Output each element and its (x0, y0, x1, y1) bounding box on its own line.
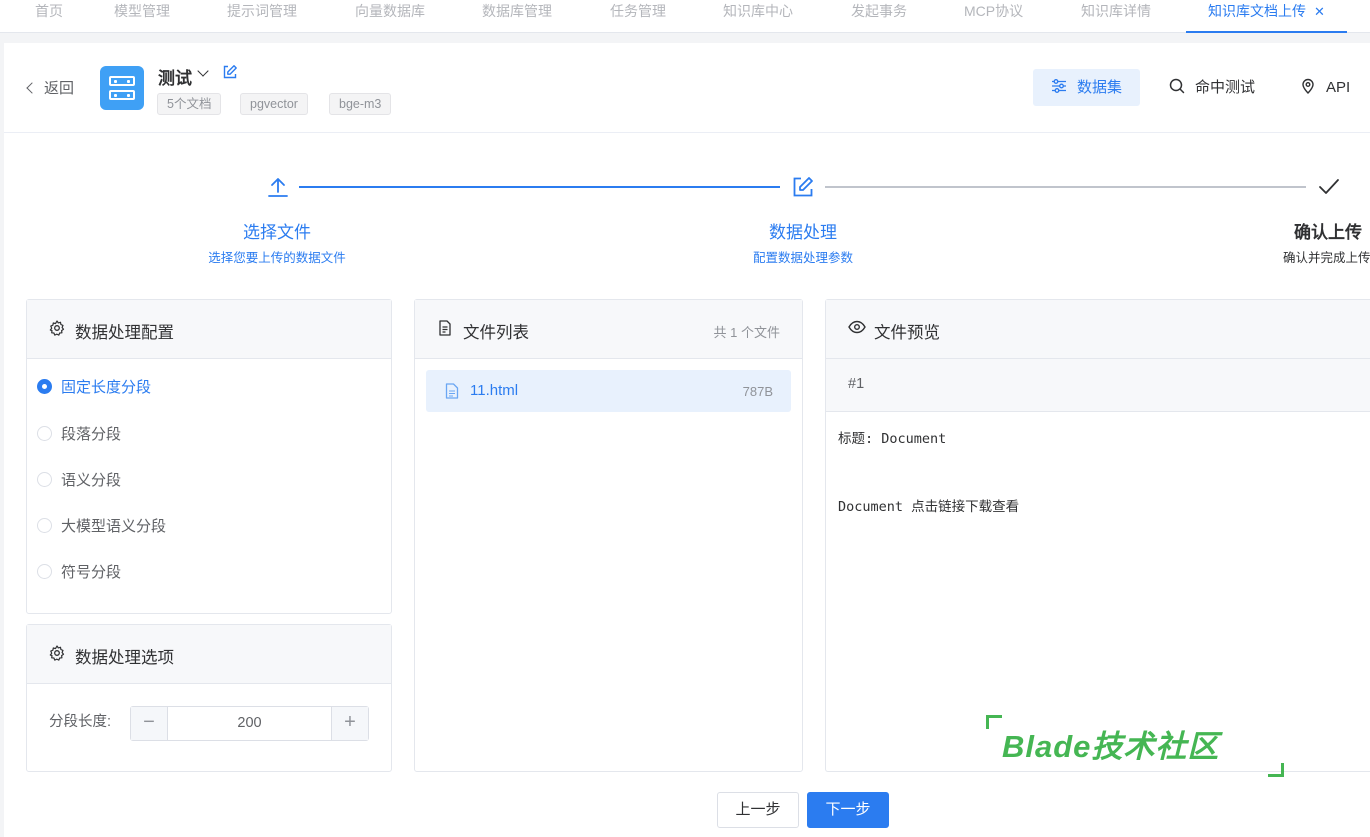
panel-title: 数据处理配置 (75, 324, 174, 342)
panel-header: 文件列表 共 1 个文件 (415, 300, 802, 359)
tab-label: 知识库文档上传 (1208, 3, 1306, 19)
back-label: 返回 (44, 80, 75, 97)
doc-count-tag: 5个文档 (157, 93, 222, 115)
panel-title: 数据处理选项 (75, 649, 174, 667)
step-2-desc: 配置数据处理参数 (752, 251, 853, 265)
next-step-button[interactable]: 下一步 (807, 792, 889, 828)
radio-label: 语义分段 (61, 472, 122, 489)
tab-knowledge-detail[interactable]: 知识库详情 (1081, 0, 1151, 33)
step-1-desc: 选择您要上传的数据文件 (208, 251, 346, 265)
tab-home[interactable]: 首页 (35, 0, 63, 33)
radio-label: 符号分段 (61, 564, 122, 581)
file-icon (445, 383, 459, 399)
radio-dot (37, 563, 52, 579)
radio-label: 大模型语义分段 (61, 518, 167, 535)
step-1-title: 选择文件 (243, 223, 311, 242)
preview-text-line: 标题: Document (838, 431, 947, 447)
chunk-index: #1 (848, 376, 865, 392)
radio-dot (37, 425, 52, 441)
radio-semantic[interactable]: 语义分段 (37, 471, 121, 491)
edit-icon (793, 177, 813, 197)
panel-header: 数据处理配置 (27, 300, 391, 359)
chevron-left-icon (26, 82, 38, 94)
page-header: 返回 测试 5个文档 pgvector bge-m3 数据集 命中测试 API (4, 43, 1370, 133)
close-icon[interactable]: ✕ (1314, 4, 1325, 19)
location-pin-icon (1302, 78, 1314, 95)
document-icon (439, 320, 451, 336)
kb-name[interactable]: 测试 (158, 64, 192, 89)
list-item[interactable]: 11.html 787B (426, 370, 791, 412)
panel-header: 数据处理选项 (27, 625, 391, 684)
search-icon (1169, 78, 1185, 94)
file-preview-panel: 文件预览 #1 标题: Document Document 点击链接下载查看 (825, 299, 1370, 772)
step-3-title: 确认上传 (1294, 223, 1362, 242)
step-connector-1 (299, 186, 780, 188)
eye-icon (848, 320, 866, 334)
check-icon (1319, 179, 1339, 194)
radio-dot (37, 471, 52, 487)
step-connector-2 (825, 186, 1306, 188)
radio-label: 段落分段 (61, 426, 122, 443)
radio-dot (37, 517, 52, 533)
tab-database-management[interactable]: 数据库管理 (482, 0, 552, 33)
back-button[interactable]: 返回 (26, 77, 75, 98)
database-icon (100, 66, 144, 110)
segment-length-input[interactable]: 200 (168, 707, 331, 740)
tab-task-management[interactable]: 任务管理 (610, 0, 666, 33)
tab-prompt-management[interactable]: 提示词管理 (227, 0, 297, 33)
tab-bar: 首页 模型管理 提示词管理 向量数据库 数据库管理 任务管理 知识库中心 发起事… (0, 0, 1370, 33)
hit-test-label: 命中测试 (1195, 79, 1256, 96)
file-count: 共 1 个文件 (713, 325, 780, 340)
watermark-logo: Blade技术社区 (986, 715, 1284, 777)
edit-icon[interactable] (222, 64, 238, 80)
radio-paragraph[interactable]: 段落分段 (37, 425, 121, 445)
panel-title: 文件列表 (463, 324, 529, 342)
watermark-text: Blade技术社区 (1002, 729, 1220, 764)
chunk-header: #1 (826, 359, 1370, 412)
segment-length-stepper: − 200 + (130, 706, 369, 741)
processing-config-panel: 数据处理配置 固定长度分段 段落分段 语义分段 大模型语义分段 符号分段 (26, 299, 392, 614)
gear-icon (49, 320, 65, 336)
panel-header: 文件预览 (826, 300, 1370, 359)
prev-step-button[interactable]: 上一步 (717, 792, 799, 828)
tab-vector-database[interactable]: 向量数据库 (355, 0, 425, 33)
step-2-title: 数据处理 (769, 223, 837, 242)
radio-llm-semantic[interactable]: 大模型语义分段 (37, 517, 166, 537)
tab-knowledge-doc-upload[interactable]: 知识库文档上传 ✕ (1186, 0, 1347, 33)
tab-mcp-protocol[interactable]: MCP协议 (964, 0, 1023, 33)
api-label: API (1326, 79, 1351, 96)
tab-knowledge-center[interactable]: 知识库中心 (723, 0, 793, 33)
embedding-model-tag: bge-m3 (329, 93, 392, 115)
radio-symbol[interactable]: 符号分段 (37, 563, 121, 583)
vector-store-tag: pgvector (240, 93, 308, 115)
preview-text-line: Document 点击链接下载查看 (838, 499, 1020, 515)
increment-button[interactable]: + (331, 707, 368, 740)
processing-options-panel: 数据处理选项 分段长度: − 200 + (26, 624, 392, 772)
api-button[interactable]: API (1300, 69, 1350, 106)
segment-length-label: 分段长度: (49, 714, 112, 730)
file-size: 787B (742, 384, 773, 399)
upload-icon (268, 178, 288, 197)
panel-title: 文件预览 (874, 324, 940, 342)
file-list-panel: 文件列表 共 1 个文件 11.html 787B (414, 299, 803, 772)
file-name: 11.html (470, 382, 519, 399)
radio-dot (37, 378, 52, 394)
radio-fixed-length[interactable]: 固定长度分段 (37, 378, 151, 398)
gear-icon (49, 645, 65, 661)
tab-start-transaction[interactable]: 发起事务 (851, 0, 907, 33)
chevron-down-icon[interactable] (197, 65, 209, 77)
tab-model-management[interactable]: 模型管理 (114, 0, 170, 33)
dataset-label: 数据集 (1077, 79, 1123, 96)
sliders-icon (1052, 79, 1066, 93)
step-3-desc: 确认并完成上传 (1283, 251, 1370, 265)
hit-test-button[interactable]: 命中测试 (1169, 69, 1255, 106)
radio-label: 固定长度分段 (61, 379, 152, 396)
decrement-button[interactable]: − (131, 707, 168, 740)
dataset-button[interactable]: 数据集 (1033, 69, 1141, 106)
